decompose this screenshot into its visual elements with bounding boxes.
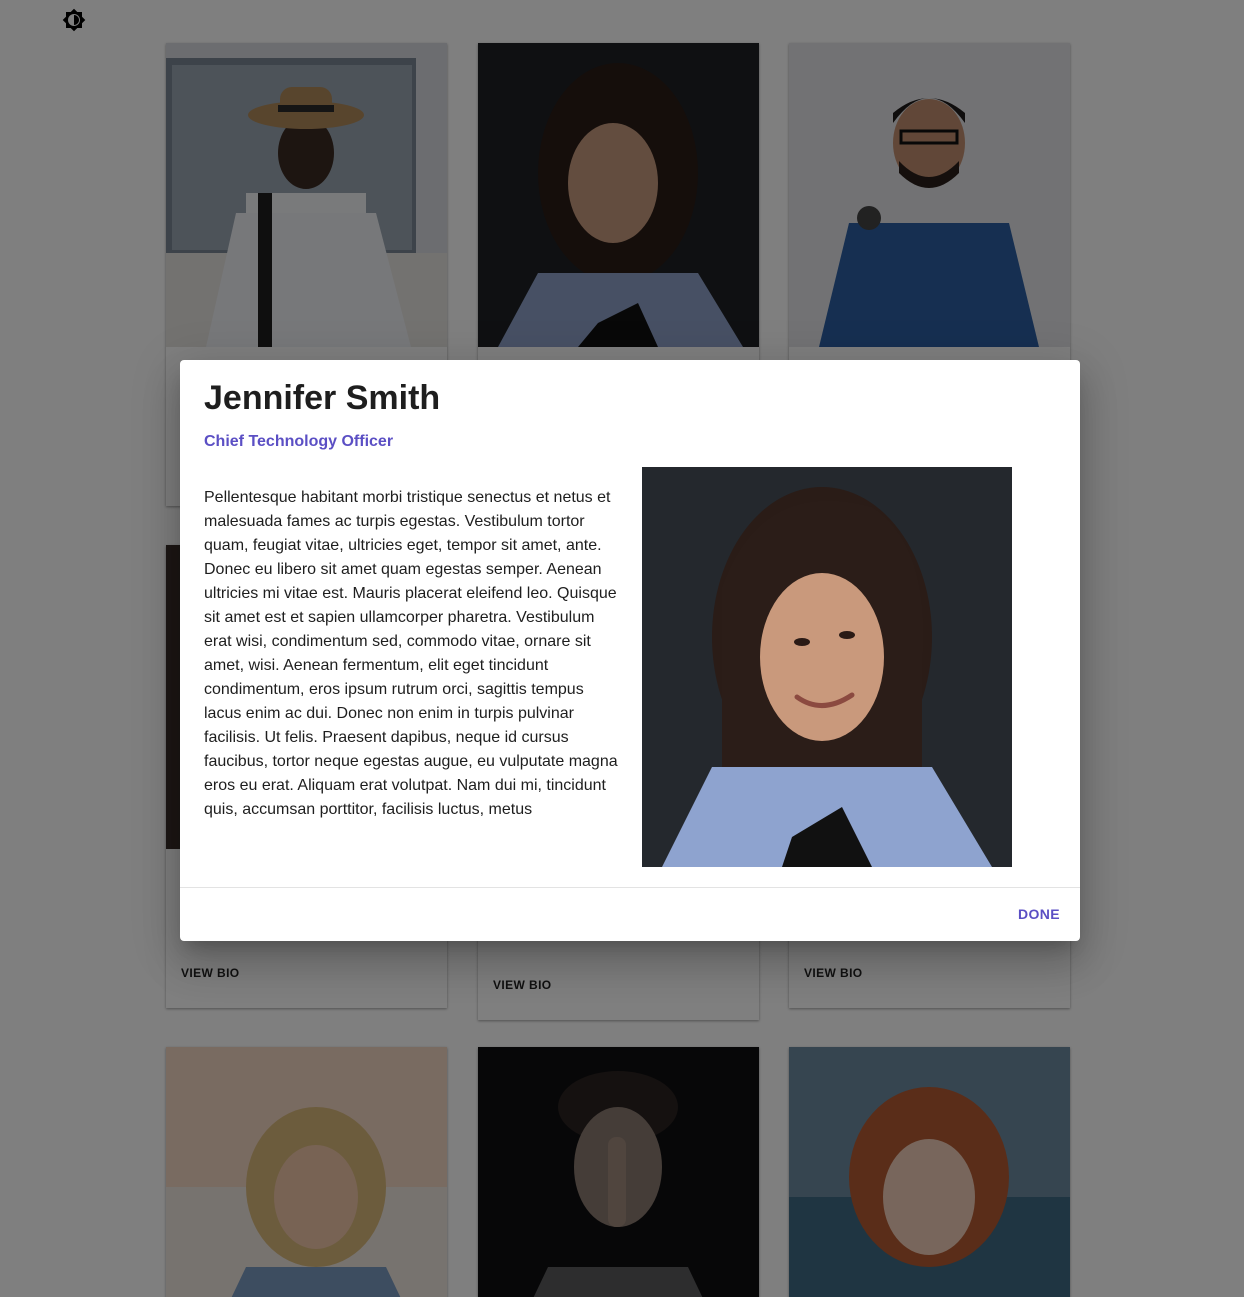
team-page: VIEW BIO VIEW BIO VIEW BIO [0,0,1244,1297]
bio-text: Pellentesque habitant morbi tristique se… [204,489,618,818]
person-name: Jennifer Smith [204,379,441,417]
dialog-profile-photo [642,467,1012,867]
person-role: Chief Technology Officer [204,433,394,450]
dialog-divider [180,887,1080,888]
bio-dialog: Jennifer Smith Chief Technology Officer … [180,360,1080,941]
done-button[interactable]: DONE [1010,898,1068,930]
